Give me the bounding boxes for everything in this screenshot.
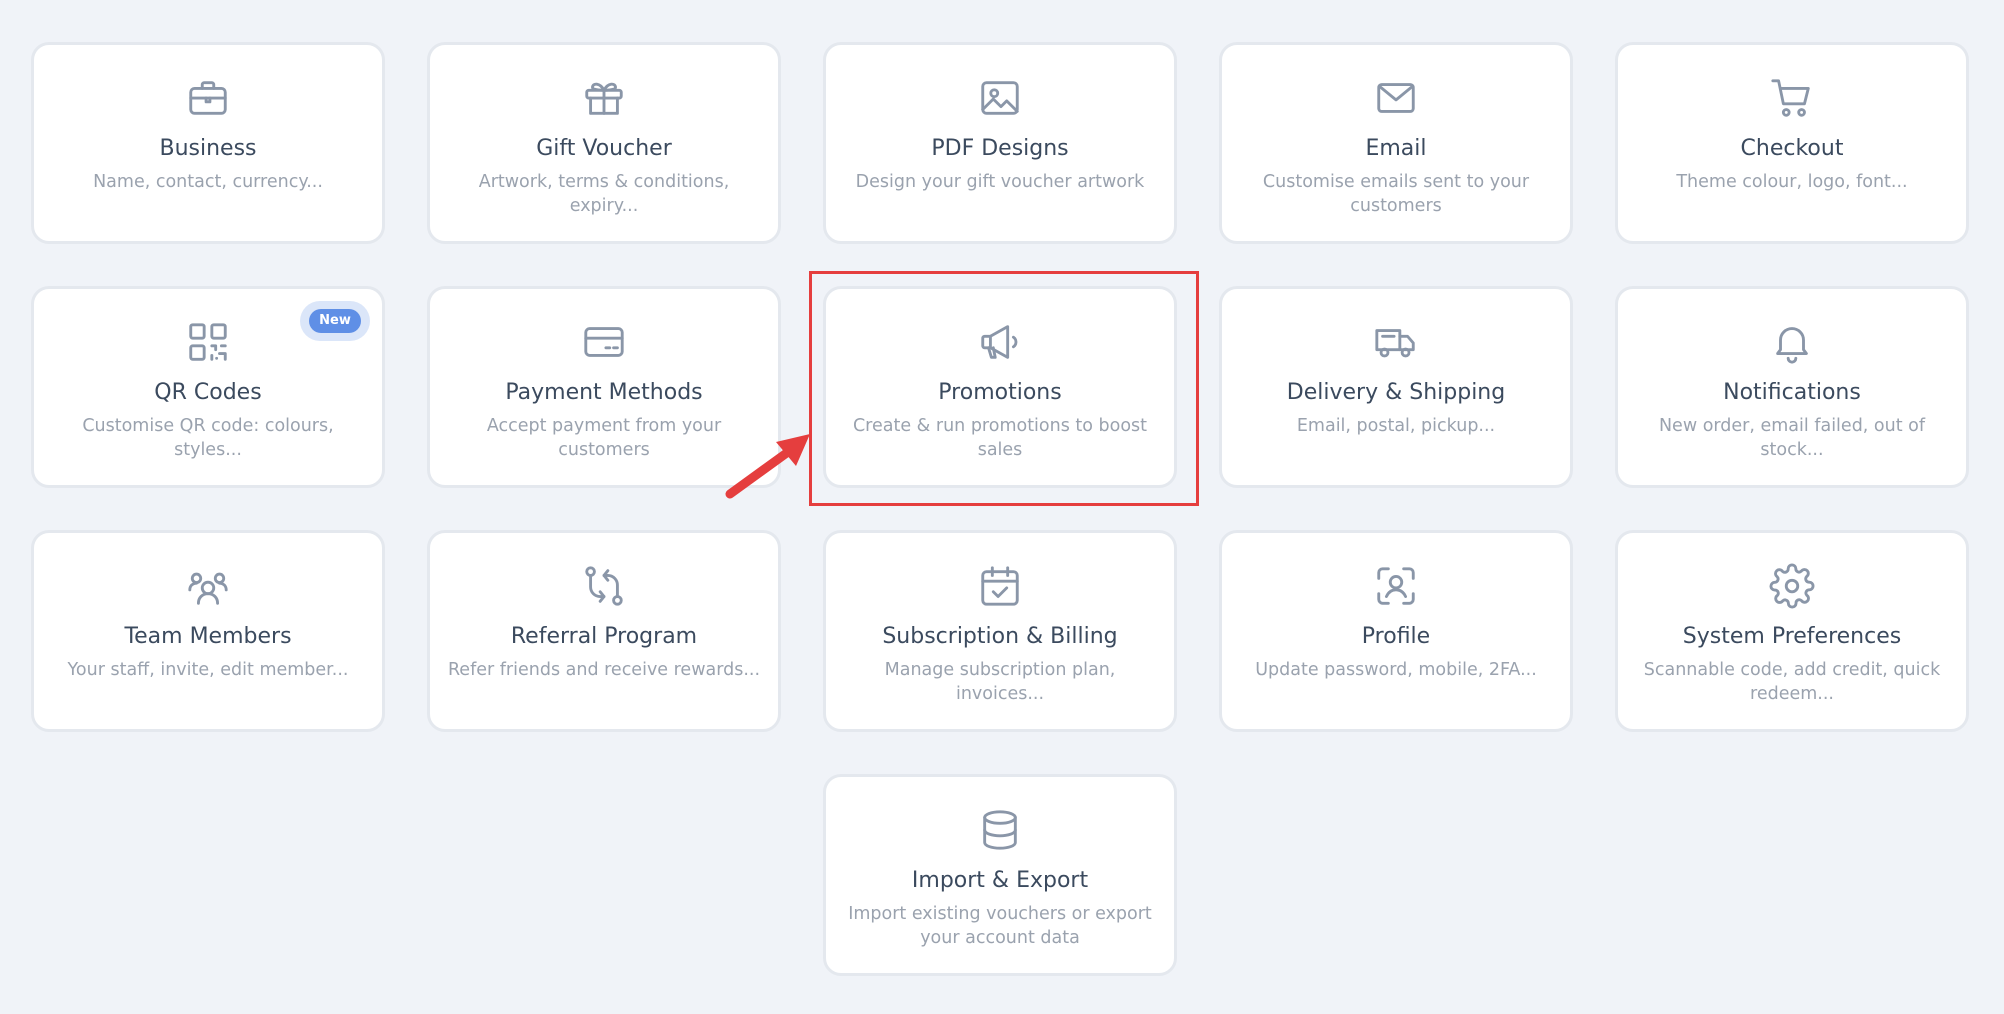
user-scan-icon: [1222, 563, 1570, 609]
card-referral-program[interactable]: Referral Program Refer friends and recei…: [427, 530, 781, 732]
card-title: Gift Voucher: [536, 136, 672, 161]
bell-icon: [1618, 319, 1966, 365]
card-title: Business: [159, 136, 257, 161]
card-description: Email, postal, pickup...: [1296, 416, 1496, 436]
card-business[interactable]: Business Name, contact, currency...: [31, 42, 385, 244]
truck-icon: [1222, 319, 1570, 365]
card-title: Notifications: [1723, 380, 1861, 405]
card-description: Your staff, invite, edit member...: [67, 660, 349, 680]
card-title: Subscription & Billing: [882, 624, 1118, 649]
card-description: Scannable code, add credit, quick redeem…: [1643, 660, 1941, 704]
image-icon: [826, 75, 1174, 121]
card-title: Delivery & Shipping: [1286, 380, 1506, 405]
card-title: System Preferences: [1682, 624, 1902, 649]
card-profile[interactable]: Profile Update password, mobile, 2FA...: [1219, 530, 1573, 732]
new-badge-label: New: [309, 309, 361, 333]
cart-icon: [1618, 75, 1966, 121]
card-description: Create & run promotions to boost sales: [852, 416, 1148, 460]
card-subscription-billing[interactable]: Subscription & Billing Manage subscripti…: [823, 530, 1177, 732]
card-title: Team Members: [124, 624, 292, 649]
card-title: Email: [1365, 136, 1427, 161]
card-title: Payment Methods: [505, 380, 703, 405]
database-icon: [826, 807, 1174, 853]
gift-icon: [430, 75, 778, 121]
card-description: Artwork, terms & conditions, expiry...: [478, 172, 730, 216]
card-system-preferences[interactable]: System Preferences Scannable code, add c…: [1615, 530, 1969, 732]
card-description: Import existing vouchers or export your …: [848, 904, 1152, 948]
card-description: New order, email failed, out of stock...: [1658, 416, 1926, 460]
card-title: Import & Export: [911, 868, 1089, 893]
card-team-members[interactable]: Team Members Your staff, invite, edit me…: [31, 530, 385, 732]
card-import-export[interactable]: Import & Export Import existing vouchers…: [823, 774, 1177, 976]
card-qr-codes[interactable]: New QR Codes Customise QR code: colours,…: [31, 286, 385, 488]
megaphone-icon: [826, 319, 1174, 365]
credit-card-icon: [430, 319, 778, 365]
card-description: Name, contact, currency...: [93, 172, 323, 192]
card-title: QR Codes: [154, 380, 262, 405]
card-title: Profile: [1361, 624, 1431, 649]
card-title: Checkout: [1740, 136, 1844, 161]
card-title: PDF Designs: [931, 136, 1069, 161]
card-notifications[interactable]: Notifications New order, email failed, o…: [1615, 286, 1969, 488]
card-checkout[interactable]: Checkout Theme colour, logo, font...: [1615, 42, 1969, 244]
card-description: Customise emails sent to your customers: [1262, 172, 1530, 216]
calendar-check-icon: [826, 563, 1174, 609]
card-description: Accept payment from your customers: [486, 416, 722, 460]
card-gift-voucher[interactable]: Gift Voucher Artwork, terms & conditions…: [427, 42, 781, 244]
card-description: Customise QR code: colours, styles...: [82, 416, 334, 460]
card-description: Refer friends and receive rewards...: [447, 660, 761, 680]
card-pdf-designs[interactable]: PDF Designs Design your gift voucher art…: [823, 42, 1177, 244]
referral-arrows-icon: [430, 563, 778, 609]
new-badge: New: [300, 301, 370, 341]
card-title: Referral Program: [510, 624, 698, 649]
card-payment-methods[interactable]: Payment Methods Accept payment from your…: [427, 286, 781, 488]
gear-icon: [1618, 563, 1966, 609]
mail-icon: [1222, 75, 1570, 121]
card-title: Promotions: [938, 380, 1062, 405]
card-delivery-shipping[interactable]: Delivery & Shipping Email, postal, picku…: [1219, 286, 1573, 488]
card-promotions[interactable]: Promotions Create & run promotions to bo…: [823, 286, 1177, 488]
card-description: Design your gift voucher artwork: [855, 172, 1145, 192]
card-email[interactable]: Email Customise emails sent to your cust…: [1219, 42, 1573, 244]
card-description: Manage subscription plan, invoices...: [884, 660, 1116, 704]
card-description: Theme colour, logo, font...: [1676, 172, 1908, 192]
users-icon: [34, 563, 382, 609]
briefcase-icon: [34, 75, 382, 121]
card-description: Update password, mobile, 2FA...: [1255, 660, 1537, 680]
